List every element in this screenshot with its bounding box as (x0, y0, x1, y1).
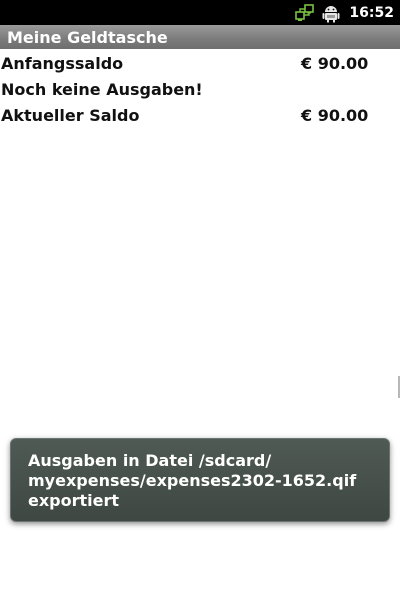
network-sync-icon (295, 3, 315, 23)
toast-message: Ausgaben in Datei /sdcard/ myexpenses/ex… (28, 451, 357, 510)
current-balance-value: € 90.00 (301, 106, 369, 125)
current-balance-label: Aktueller Saldo (1, 106, 140, 125)
android-usb-icon (321, 3, 341, 23)
screen: 16:52 Meine Geldtasche Anfangssaldo € 90… (0, 0, 400, 600)
toast-notification: Ausgaben in Datei /sdcard/ myexpenses/ex… (10, 438, 390, 522)
no-expenses-text: Noch keine Ausgaben! (1, 80, 203, 99)
status-bar: 16:52 (0, 0, 400, 25)
current-balance-row: Aktueller Saldo € 90.00 (0, 103, 400, 129)
start-balance-row: Anfangssaldo € 90.00 (0, 51, 400, 77)
status-icons: 16:52 (295, 0, 394, 25)
start-balance-value: € 90.00 (301, 54, 369, 73)
app-title: Meine Geldtasche (7, 28, 168, 47)
status-clock: 16:52 (349, 4, 394, 21)
start-balance-label: Anfangssaldo (1, 54, 124, 73)
no-expenses-row: Noch keine Ausgaben! (0, 77, 400, 103)
title-bar: Meine Geldtasche (0, 25, 400, 49)
